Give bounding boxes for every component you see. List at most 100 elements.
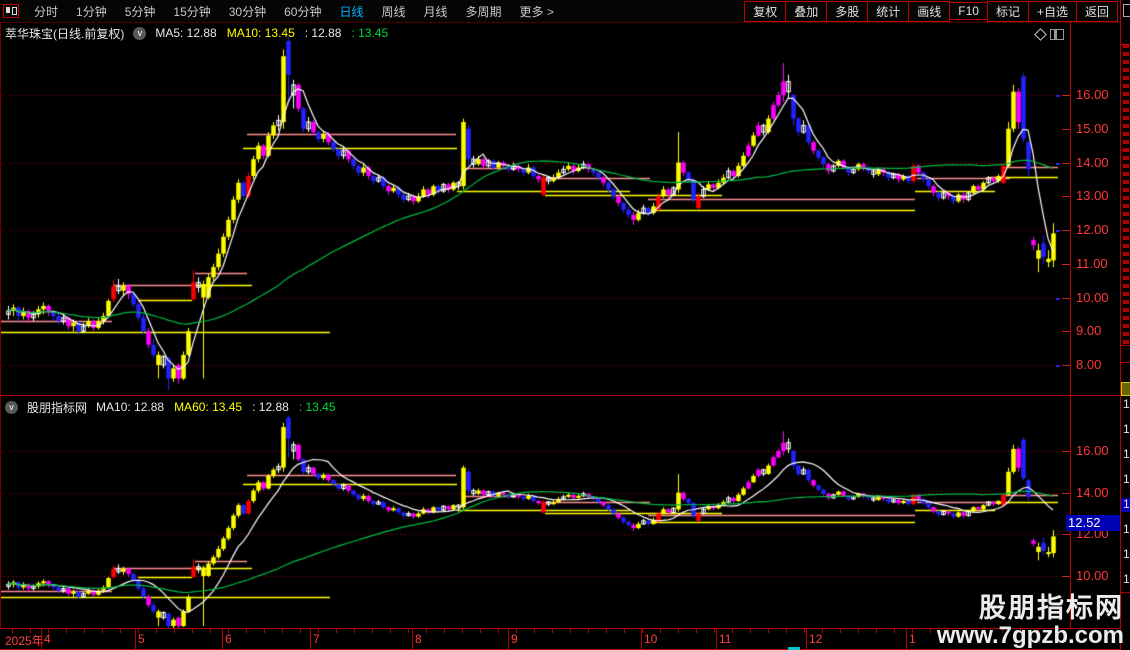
timeframe-15分钟[interactable]: 15分钟 <box>164 1 219 22</box>
date-minor-tick <box>408 629 409 633</box>
timeframe-1分钟[interactable]: 1分钟 <box>67 1 116 22</box>
axis-tick <box>1062 162 1070 164</box>
date-minor-tick <box>210 629 211 633</box>
date-minor-tick <box>498 629 499 633</box>
timeframe-更多 >[interactable]: 更多 > <box>511 1 563 22</box>
date-minor-tick <box>660 629 661 633</box>
axis-tick <box>1062 128 1070 130</box>
collapse-chevron-icon[interactable]: v <box>133 26 147 40</box>
top-toolbar: 分时 1分钟 5分钟 15分钟 30分钟 60分钟 日线 周线 月线 多周期 更多 > 复权 叠加 多股… <box>0 0 1130 23</box>
timeframe-月线[interactable]: 月线 <box>415 1 457 22</box>
date-minor-tick <box>624 629 625 633</box>
date-minor-tick <box>12 629 13 633</box>
price-axis-label: 10.00 <box>1076 289 1109 305</box>
indicator-chart-canvas[interactable] <box>0 415 1060 628</box>
ma-label: : 13.45 <box>298 400 336 414</box>
date-minor-tick <box>264 629 265 633</box>
date-minor-tick <box>462 629 463 633</box>
timeframe-日线[interactable]: 日线 <box>330 1 372 22</box>
date-minor-tick <box>804 629 805 633</box>
date-minor-tick <box>642 629 643 633</box>
date-minor-tick <box>678 629 679 633</box>
watermark: 股朋指标网 www.7gpzb.com <box>937 594 1124 648</box>
price-axis-label: 10.00 <box>1076 567 1109 583</box>
gridline-marker <box>1056 162 1060 165</box>
timeframe-多周期[interactable]: 多周期 <box>457 1 511 22</box>
gridline-marker <box>1056 230 1060 232</box>
last-price-badge: 12.52 <box>1066 515 1120 531</box>
strip-digit: 1 <box>1123 497 1130 511</box>
toolbar-button-复权[interactable]: 复权 <box>744 0 787 22</box>
toolbar-button-返回[interactable]: 返回 <box>1075 0 1118 22</box>
timeframe-分时[interactable]: 分时 <box>25 1 67 22</box>
month-label: 12 <box>809 632 823 646</box>
price-axis-label: 16.00 <box>1076 87 1109 102</box>
date-minor-tick <box>372 629 373 633</box>
toolbar-button-统计[interactable]: 统计 <box>867 0 910 22</box>
price-axis-line <box>1070 22 1071 648</box>
panel-divider[interactable] <box>0 395 1120 396</box>
timeframe-5分钟[interactable]: 5分钟 <box>116 1 165 22</box>
split-view-icon[interactable] <box>3 4 19 18</box>
axis-tick <box>1062 263 1070 265</box>
right-sidebar-strip[interactable]: 1 1 1 1 1 1 1 1 <box>1120 0 1130 650</box>
date-minor-tick <box>282 629 283 633</box>
date-minor-tick <box>930 629 931 633</box>
axis-tick <box>1062 230 1070 231</box>
price-axis-label: 14.00 <box>1076 154 1109 170</box>
ma-label: : 12.88 <box>304 26 342 40</box>
strip-vertical-text <box>1123 44 1129 344</box>
date-minor-tick <box>156 629 157 633</box>
date-minor-tick <box>768 629 769 633</box>
date-minor-tick <box>606 629 607 633</box>
month-boundary <box>716 629 717 649</box>
stock-title: 萃华珠宝(日线.前复权) <box>5 26 125 41</box>
month-boundary <box>135 629 136 649</box>
toolbar-button-+自选[interactable]: +自选 <box>1027 0 1077 22</box>
toolbar-button-多股[interactable]: 多股 <box>826 0 869 22</box>
date-minor-tick <box>534 629 535 633</box>
strip-digit: 1 <box>1123 472 1130 486</box>
date-minor-tick <box>426 629 427 633</box>
date-minor-tick <box>894 629 895 633</box>
date-minor-tick <box>876 629 877 633</box>
strip-digit: 1 <box>1123 522 1130 536</box>
strip-digit: 1 <box>1123 422 1130 436</box>
timeframe-60分钟[interactable]: 60分钟 <box>275 1 330 22</box>
date-minor-tick <box>570 629 571 633</box>
ma-label: MA10: 12.88 <box>96 400 165 414</box>
timeframe-30分钟[interactable]: 30分钟 <box>220 1 275 22</box>
date-minor-tick <box>732 629 733 633</box>
date-minor-tick <box>354 629 355 633</box>
toolbar-button-F10[interactable]: F10 <box>949 2 988 20</box>
month-label: 5 <box>138 632 145 646</box>
price-axis-label: 8.00 <box>1076 357 1102 372</box>
toolbar-button-标记[interactable]: 标记 <box>986 0 1029 22</box>
split-window-icon[interactable] <box>1050 29 1064 40</box>
toolbar-button-叠加[interactable]: 叠加 <box>785 0 828 22</box>
watermark-site-name: 股朋指标网 <box>979 593 1124 624</box>
month-label: 1 <box>909 632 916 646</box>
month-boundary <box>310 629 311 649</box>
ma-label: : 12.88 <box>252 400 289 414</box>
axis-tick <box>1062 451 1070 452</box>
price-axis-label: 11.00 <box>1076 255 1108 271</box>
month-label: 10 <box>644 632 658 646</box>
date-minor-tick <box>300 629 301 633</box>
date-minor-tick <box>30 629 31 633</box>
axis-tick <box>1062 95 1070 96</box>
chart-application: 分时 1分钟 5分钟 15分钟 30分钟 60分钟 日线 周线 月线 多周期 更多 > 复权 叠加 多股… <box>0 0 1130 650</box>
watermark-url: www.7gpzb.com <box>936 621 1124 649</box>
left-frame-border <box>0 22 1 648</box>
strip-digit: 1 <box>1123 397 1130 411</box>
date-minor-tick <box>84 629 85 633</box>
main-price-chart-canvas[interactable] <box>0 22 1060 395</box>
month-label: 6 <box>225 632 232 646</box>
toolbar-button-画线[interactable]: 画线 <box>908 0 951 22</box>
collapse-chevron-icon2[interactable]: v <box>5 400 18 414</box>
ma-label: MA10: 13.45 <box>226 26 295 40</box>
date-minor-tick <box>552 629 553 633</box>
month-boundary <box>412 629 413 649</box>
timeframe-周线[interactable]: 周线 <box>372 1 414 22</box>
ma-label: MA60: 13.45 <box>174 400 243 414</box>
